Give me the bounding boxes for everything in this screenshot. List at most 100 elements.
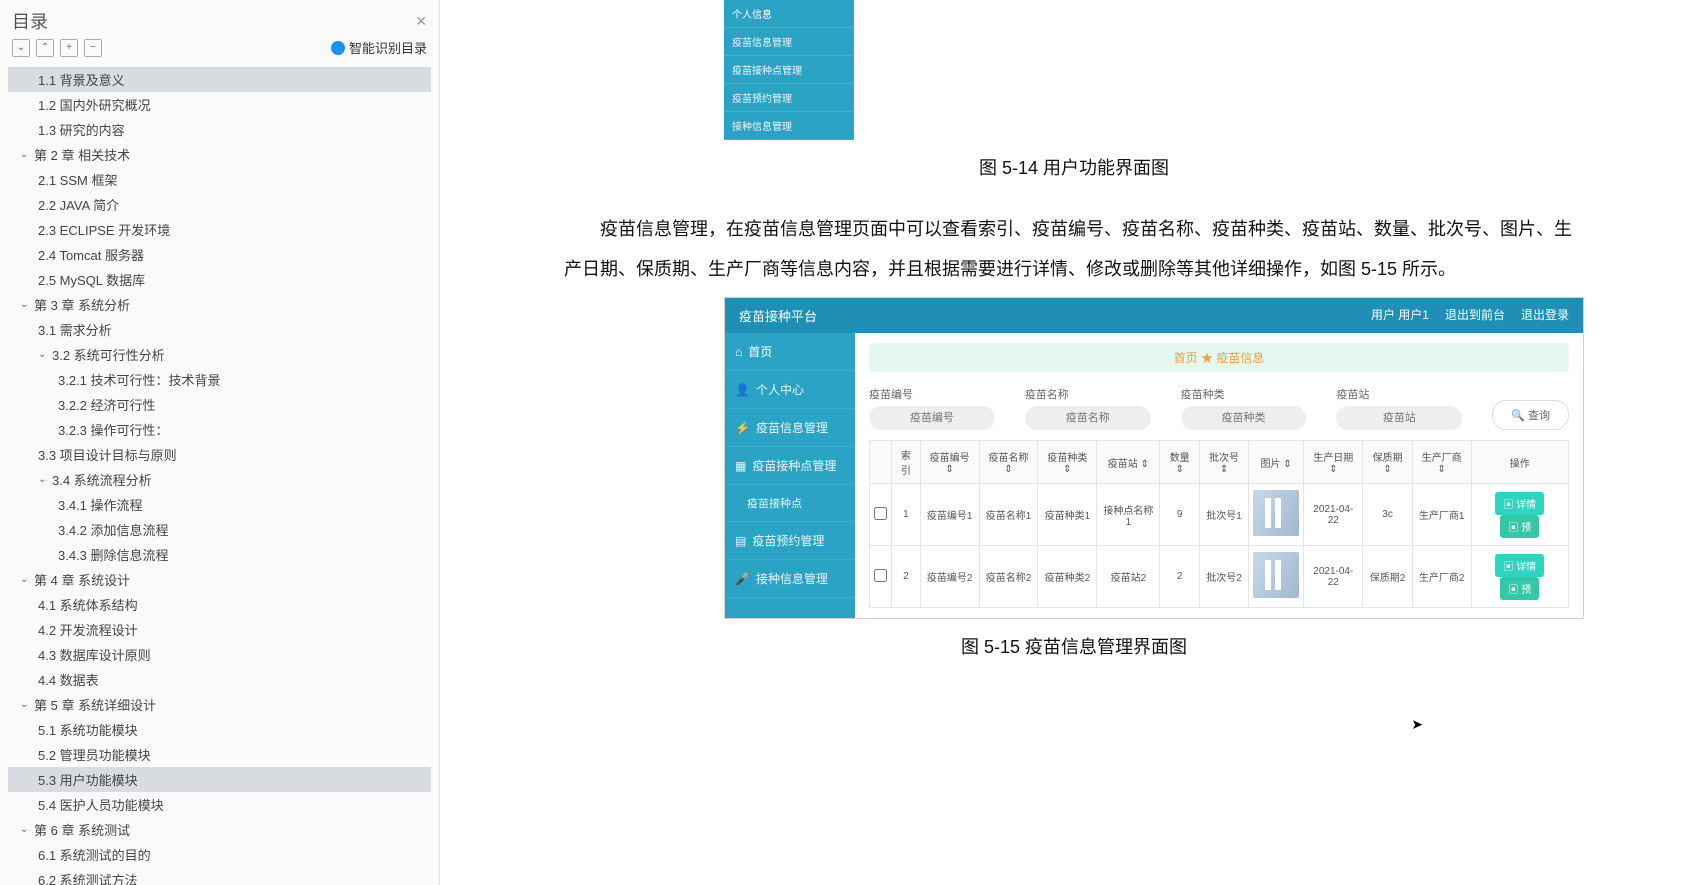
table-cell: 疫苗种类1	[1038, 484, 1097, 546]
toc-item[interactable]: 4.3 数据库设计原则	[8, 642, 431, 667]
toc-item[interactable]: ⌄3.4 系统流程分析	[8, 467, 431, 492]
toc-item[interactable]: 5.4 医护人员功能模块	[8, 792, 431, 817]
toc-item[interactable]: 3.4.3 删除信息流程	[8, 542, 431, 567]
expand-icon[interactable]: ⌃	[36, 39, 54, 57]
toc-item[interactable]: 4.1 系统体系结构	[8, 592, 431, 617]
toc-item[interactable]: 3.4.2 添加信息流程	[8, 517, 431, 542]
table-header-cell[interactable]: 批次号 ⇕	[1199, 441, 1248, 484]
toc-item-label: 1.2 国内外研究概况	[38, 95, 151, 114]
toc-item[interactable]: ⌄第 5 章 系统详细设计	[8, 692, 431, 717]
filter-column: 疫苗编号	[869, 386, 995, 430]
toc-item[interactable]: 2.1 SSM 框架	[8, 167, 431, 192]
app1-nav-item[interactable]: 疫苗接种点管理	[724, 56, 854, 84]
vaccine-table: 索引疫苗编号 ⇕疫苗名称 ⇕疫苗种类 ⇕疫苗站 ⇕数量 ⇕批次号 ⇕图片 ⇕生产…	[869, 440, 1569, 608]
table-header-cell[interactable]: 图片 ⇕	[1249, 441, 1304, 484]
close-icon[interactable]: ✕	[415, 13, 427, 30]
topbar-link[interactable]: 退出到前台	[1445, 306, 1505, 325]
toc-item[interactable]: ⌄第 4 章 系统设计	[8, 567, 431, 592]
edit-button[interactable]: ▣ 预	[1500, 577, 1539, 600]
table-header-cell[interactable]: 索引	[892, 441, 921, 484]
collapse-icon[interactable]: ⌄	[12, 39, 30, 57]
mic-icon: 🎤	[735, 572, 750, 586]
edit-button[interactable]: ▣ 预	[1500, 515, 1539, 538]
app2-nav-item[interactable]: 疫苗接种点	[725, 485, 855, 522]
toc-item[interactable]: 5.3 用户功能模块	[8, 767, 431, 792]
toc-header: 目录 ✕	[0, 0, 439, 38]
toc-item[interactable]: 2.5 MySQL 数据库	[8, 267, 431, 292]
toc-item[interactable]: 4.4 数据表	[8, 667, 431, 692]
figure-caption-1: 图 5-14 用户功能界面图	[544, 154, 1604, 180]
document-viewport[interactable]: 个人信息疫苗信息管理疫苗接种点管理疫苗预约管理接种信息管理 图 5-14 用户功…	[440, 0, 1708, 885]
table-header-cell[interactable]: 疫苗编号 ⇕	[920, 441, 979, 484]
toc-item[interactable]: 3.3 项目设计目标与原则	[8, 442, 431, 467]
toc-item[interactable]: 6.1 系统测试的目的	[8, 842, 431, 867]
detail-button[interactable]: ▣ 详情	[1495, 554, 1544, 577]
table-header-cell[interactable]: 疫苗种类 ⇕	[1038, 441, 1097, 484]
toc-item[interactable]: 4.2 开发流程设计	[8, 617, 431, 642]
toc-item[interactable]: 1.2 国内外研究概况	[8, 92, 431, 117]
row-checkbox[interactable]	[874, 569, 887, 582]
toc-item[interactable]: ⌄第 6 章 系统测试	[8, 817, 431, 842]
app2-nav-item[interactable]: ▤疫苗预约管理	[725, 522, 855, 560]
table-header-cell[interactable]: 疫苗站 ⇕	[1097, 441, 1160, 484]
toc-item[interactable]: ⌄3.2 系统可行性分析	[8, 342, 431, 367]
table-header-cell[interactable]: 生产日期 ⇕	[1304, 441, 1363, 484]
crumb-home[interactable]: 首页	[1174, 351, 1198, 365]
toc-item[interactable]: 3.4.1 操作流程	[8, 492, 431, 517]
toc-item[interactable]: 3.1 需求分析	[8, 317, 431, 342]
toc-item[interactable]: 3.2.1 技术可行性：技术背景	[8, 367, 431, 392]
app1-nav-item[interactable]: 接种信息管理	[724, 112, 854, 140]
toc-item[interactable]: 2.4 Tomcat 服务器	[8, 242, 431, 267]
app2-nav-item[interactable]: 👤个人中心	[725, 371, 855, 409]
plus-icon[interactable]: +	[60, 39, 78, 57]
toc-toolbar: ⌄ ⌃ + − 智能识别目录	[0, 38, 439, 63]
table-cell	[870, 484, 892, 546]
detail-button[interactable]: ▣ 详情	[1495, 492, 1544, 515]
table-cell: ▣ 详情 ▣ 预	[1471, 484, 1568, 546]
app1-nav-item[interactable]: 疫苗预约管理	[724, 84, 854, 112]
crumb-current: 疫苗信息	[1216, 351, 1264, 365]
table-body: 1疫苗编号1疫苗名称1疫苗种类1接种点名称19批次号12021-04-223c生…	[870, 484, 1569, 608]
toc-item[interactable]: ⌄第 2 章 相关技术	[8, 142, 431, 167]
app2-nav-item[interactable]: 🎤接种信息管理	[725, 560, 855, 598]
toc-tree[interactable]: 1.1 背景及意义 1.2 国内外研究概况 1.3 研究的内容⌄第 2 章 相关技术…	[0, 63, 439, 885]
topbar-link[interactable]: 用户 用户1	[1371, 306, 1429, 325]
app1-side-nav: 个人信息疫苗信息管理疫苗接种点管理疫苗预约管理接种信息管理	[724, 0, 854, 140]
table-header-cell[interactable]: 疫苗名称 ⇕	[979, 441, 1038, 484]
table-header-cell[interactable]	[870, 441, 892, 484]
filter-input[interactable]	[1025, 406, 1151, 430]
table-cell: 2021-04-22	[1304, 484, 1363, 546]
app2-nav-item[interactable]: ▦疫苗接种点管理	[725, 447, 855, 485]
app2-nav-item[interactable]: ⚡疫苗信息管理	[725, 409, 855, 447]
toc-item-label: 1.1 背景及意义	[38, 70, 125, 89]
search-button[interactable]: 🔍 查询	[1492, 400, 1569, 430]
table-header-cell[interactable]: 操作	[1471, 441, 1568, 484]
app1-nav-item[interactable]: 疫苗信息管理	[724, 28, 854, 56]
filter-input[interactable]	[1181, 406, 1307, 430]
toc-item[interactable]: ⌄第 3 章 系统分析	[8, 292, 431, 317]
filter-column: 疫苗站	[1336, 386, 1462, 430]
table-header-cell[interactable]: 生产厂商 ⇕	[1412, 441, 1471, 484]
row-checkbox[interactable]	[874, 507, 887, 520]
toc-item[interactable]: 5.1 系统功能模块	[8, 717, 431, 742]
toc-item[interactable]: 3.2.3 操作可行性：	[8, 417, 431, 442]
toc-item[interactable]: 5.2 管理员功能模块	[8, 742, 431, 767]
toc-item[interactable]: 6.2 系统测试方法	[8, 867, 431, 885]
toc-item[interactable]: 2.3 ECLIPSE 开发环境	[8, 217, 431, 242]
app2-nav-item[interactable]: ⌂首页	[725, 333, 855, 371]
minus-icon[interactable]: −	[84, 39, 102, 57]
filter-column: 疫苗种类	[1181, 386, 1307, 430]
table-header-cell[interactable]: 数量 ⇕	[1160, 441, 1200, 484]
smart-toc-toggle[interactable]: 智能识别目录	[331, 38, 427, 57]
toc-item[interactable]: 3.2.2 经济可行性	[8, 392, 431, 417]
filter-input[interactable]	[869, 406, 995, 430]
app1-nav-item[interactable]: 个人信息	[724, 0, 854, 28]
home-icon: ⌂	[735, 345, 742, 359]
filter-input[interactable]	[1336, 406, 1462, 430]
table-header-cell[interactable]: 保质期 ⇕	[1363, 441, 1412, 484]
toc-item[interactable]: 1.1 背景及意义	[8, 67, 431, 92]
toc-item[interactable]: 1.3 研究的内容	[8, 117, 431, 142]
toc-sidebar: 目录 ✕ ⌄ ⌃ + − 智能识别目录 1.1 背景及意义 1.2 国内外研究概况…	[0, 0, 440, 885]
toc-item[interactable]: 2.2 JAVA 简介	[8, 192, 431, 217]
topbar-link[interactable]: 退出登录	[1521, 306, 1569, 325]
